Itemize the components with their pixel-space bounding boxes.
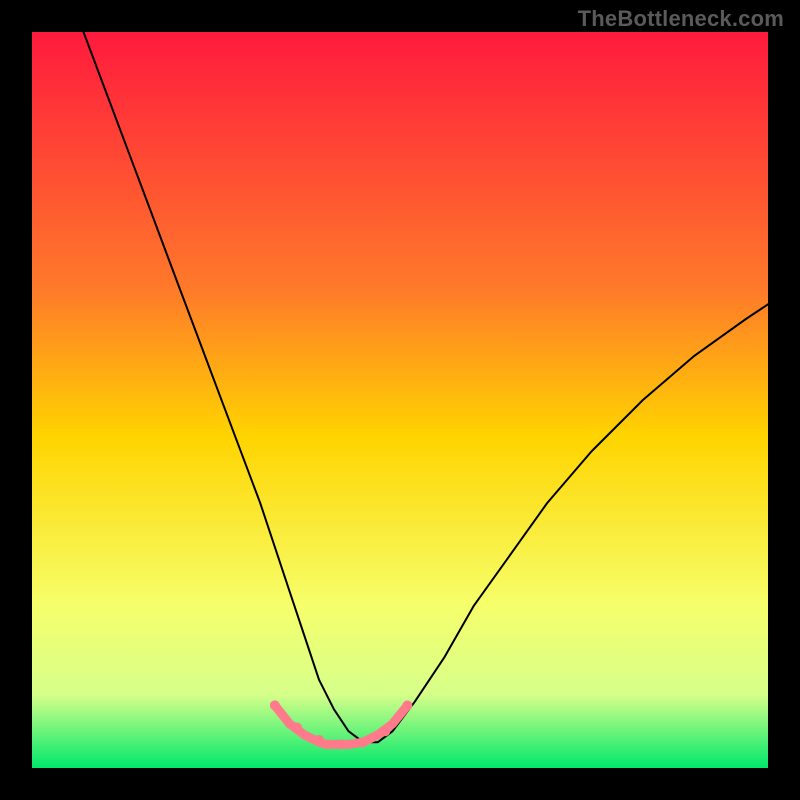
chart-background [32, 32, 768, 768]
valley-marker [314, 735, 324, 745]
valley-marker [270, 700, 280, 710]
watermark-label: TheBottleneck.com [578, 6, 784, 32]
valley-marker [358, 737, 368, 747]
valley-marker [336, 739, 346, 749]
valley-marker [292, 723, 302, 733]
chart-svg [32, 32, 768, 768]
chart-frame: TheBottleneck.com [0, 0, 800, 800]
valley-marker [402, 700, 412, 710]
plot-area [32, 32, 768, 768]
valley-marker [380, 726, 390, 736]
